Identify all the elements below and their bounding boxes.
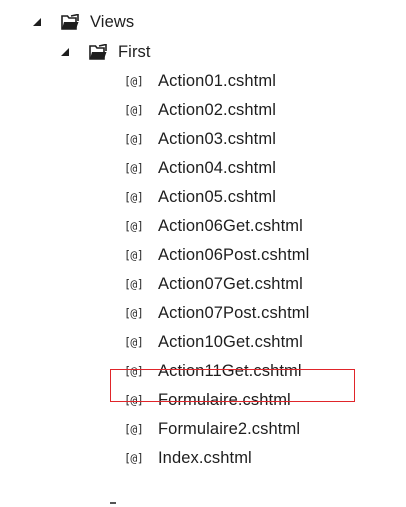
file-item-action06get[interactable]: [@] Action06Get.cshtml <box>124 211 303 240</box>
folder-open-icon <box>88 43 108 60</box>
folder-open-icon <box>60 13 80 30</box>
razor-file-icon: [@] <box>124 334 144 349</box>
file-item-action04[interactable]: [@] Action04.cshtml <box>124 153 276 182</box>
razor-file-icon: [@] <box>124 160 144 175</box>
file-label: Action03.cshtml <box>158 129 276 148</box>
razor-file-icon: [@] <box>124 247 144 262</box>
file-label: Index.cshtml <box>158 448 252 467</box>
file-label: Action07Get.cshtml <box>158 274 303 293</box>
file-label: Action01.cshtml <box>158 71 276 90</box>
file-label: Formulaire2.cshtml <box>158 419 301 438</box>
file-item-action06post[interactable]: [@] Action06Post.cshtml <box>124 240 309 269</box>
file-item-index[interactable]: [@] Index.cshtml <box>124 443 252 472</box>
file-item-action11get[interactable]: [@] Action11Get.cshtml <box>124 356 302 385</box>
razor-file-icon: [@] <box>124 189 144 204</box>
file-item-action07get[interactable]: [@] Action07Get.cshtml <box>124 269 303 298</box>
tree-node-views[interactable]: Views <box>32 7 134 36</box>
file-item-action05[interactable]: [@] Action05.cshtml <box>124 182 276 211</box>
razor-file-icon: [@] <box>124 276 144 291</box>
file-label: Action07Post.cshtml <box>158 303 310 322</box>
file-label: Action10Get.cshtml <box>158 332 303 351</box>
file-label: Action05.cshtml <box>158 187 276 206</box>
file-item-action03[interactable]: [@] Action03.cshtml <box>124 124 276 153</box>
file-item-action07post[interactable]: [@] Action07Post.cshtml <box>124 298 309 327</box>
file-item-action01[interactable]: [@] Action01.cshtml <box>124 66 276 95</box>
expanded-triangle-icon[interactable] <box>60 47 70 57</box>
tree-node-label: Views <box>90 12 135 31</box>
tree-partial-row-marker <box>110 502 116 504</box>
razor-file-icon: [@] <box>124 421 144 436</box>
file-item-formulaire[interactable]: [@] Formulaire.cshtml <box>124 385 291 414</box>
file-label: Action02.cshtml <box>158 100 276 119</box>
file-item-formulaire2[interactable]: [@] Formulaire2.cshtml <box>124 414 300 443</box>
razor-file-icon: [@] <box>124 131 144 146</box>
razor-file-icon: [@] <box>124 73 144 88</box>
file-item-action10get[interactable]: [@] Action10Get.cshtml <box>124 327 303 356</box>
tree-node-label: First <box>118 42 151 61</box>
razor-file-icon: [@] <box>124 305 144 320</box>
razor-file-icon: [@] <box>124 392 144 407</box>
file-label: Formulaire.cshtml <box>158 390 291 409</box>
razor-file-icon: [@] <box>124 102 144 117</box>
file-label: Action06Get.cshtml <box>158 216 303 235</box>
razor-file-icon: [@] <box>124 363 144 378</box>
razor-file-icon: [@] <box>124 450 144 465</box>
file-label: Action04.cshtml <box>158 158 276 177</box>
solution-explorer-tree: Views First [@] Action01.cshtml [@] Acti… <box>0 0 406 507</box>
file-label: Action06Post.cshtml <box>158 245 310 264</box>
expanded-triangle-icon[interactable] <box>32 17 42 27</box>
razor-file-icon: [@] <box>124 218 144 233</box>
file-item-action02[interactable]: [@] Action02.cshtml <box>124 95 276 124</box>
tree-node-first[interactable]: First <box>60 37 151 66</box>
file-label: Action11Get.cshtml <box>158 361 302 380</box>
